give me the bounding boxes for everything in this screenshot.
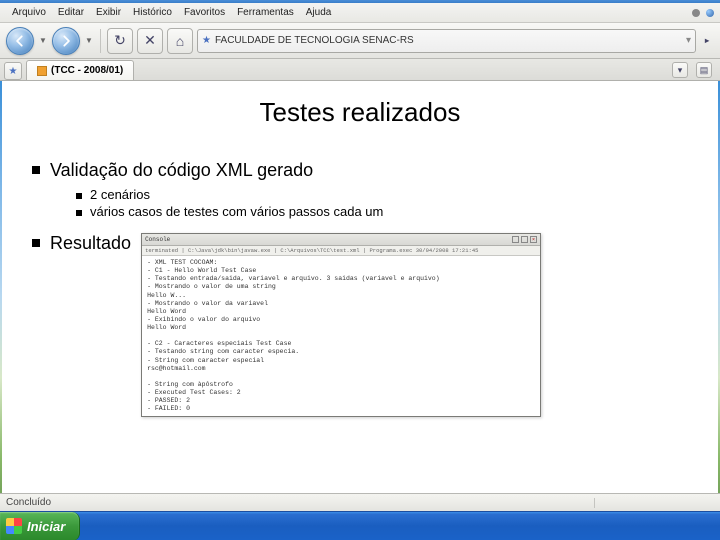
browser-menubar: Arquivo Editar Exibir Histórico Favorito… (0, 3, 720, 23)
console-title-text: Console (145, 236, 170, 243)
console-toolbar: terminated | C:\Java\jdk\bin\javaw.exe |… (142, 246, 540, 256)
forward-button[interactable] (52, 27, 80, 55)
activity-icon[interactable] (706, 9, 714, 17)
square-bullet-icon (32, 239, 40, 247)
tab-list-button[interactable]: ▤ (696, 62, 712, 78)
address-bar[interactable]: ★ FACULDADE DE TECNOLOGIA SENAC-RS ▾ (197, 29, 696, 53)
start-button[interactable]: Iniciar (0, 512, 80, 540)
tab-active[interactable]: (TCC - 2008/01) (26, 60, 134, 80)
extension-icon[interactable] (692, 9, 700, 17)
sub-bullet-1: 2 cenários (76, 187, 688, 202)
address-dropdown-icon[interactable]: ▾ (686, 35, 691, 46)
toolbar-separator (100, 29, 101, 53)
status-right-section (594, 498, 714, 508)
list-icon: ▤ (700, 65, 709, 76)
menu-editar[interactable]: Editar (52, 5, 90, 20)
console-titlebar: Console × (142, 234, 540, 246)
address-text: FACULDADE DE TECNOLOGIA SENAC-RS (215, 35, 414, 46)
small-square-bullet-icon (76, 193, 82, 199)
bullet-2-text: Resultado (50, 233, 131, 254)
bookmark-star-icon[interactable]: ★ (202, 35, 211, 46)
page-favicon-icon (37, 66, 47, 76)
plus-icon: ▾ (678, 65, 683, 76)
arrow-left-icon (13, 34, 27, 48)
go-button[interactable]: ▸ (700, 29, 714, 53)
home-icon: ⌂ (176, 33, 184, 49)
stop-button[interactable]: ✕ (137, 28, 163, 54)
tab-strip: ★ (TCC - 2008/01) ▾ ▤ (0, 59, 720, 81)
windows-taskbar: Iniciar (0, 511, 720, 540)
page-content: Testes realizados Validação do código XM… (2, 81, 718, 493)
console-min-icon (512, 236, 519, 243)
status-text: Concluído (6, 497, 51, 508)
start-label: Iniciar (27, 519, 65, 534)
menu-exibir[interactable]: Exibir (90, 5, 127, 20)
back-button[interactable] (6, 27, 34, 55)
reload-button[interactable]: ↻ (107, 28, 133, 54)
bullet-2: Resultado (32, 233, 131, 254)
sub-bullet-1-text: 2 cenários (90, 187, 150, 202)
windows-logo-icon (6, 518, 22, 534)
console-close-icon: × (530, 236, 537, 243)
new-tab-button[interactable]: ▾ (672, 62, 688, 78)
arrow-right-icon (59, 34, 73, 48)
menu-ajuda[interactable]: Ajuda (300, 5, 338, 20)
browser-toolbar: ▼ ▼ ↻ ✕ ⌂ ★ FACULDADE DE TECNOLOGIA SENA… (0, 23, 720, 59)
reload-icon: ↻ (114, 32, 126, 49)
slide-title: Testes realizados (32, 97, 688, 128)
home-button[interactable]: ⌂ (167, 28, 193, 54)
console-screenshot: Console × terminated | C:\Java\jdk\bin\j… (141, 233, 541, 417)
bullet-1: Validação do código XML gerado (32, 160, 688, 181)
sub-bullet-2-text: vários casos de testes com vários passos… (90, 204, 383, 219)
presentation-slide: Testes realizados Validação do código XM… (2, 81, 718, 493)
small-square-bullet-icon (76, 210, 82, 216)
menu-arquivo[interactable]: Arquivo (6, 5, 52, 20)
bullet-1-text: Validação do código XML gerado (50, 160, 313, 181)
bookmarks-sidebar-button[interactable]: ★ (4, 62, 22, 80)
console-max-icon (521, 236, 528, 243)
tab-label: (TCC - 2008/01) (51, 65, 123, 76)
menu-ferramentas[interactable]: Ferramentas (231, 5, 300, 20)
console-output: - XML TEST COCOAM: - C1 - Hello World Te… (142, 256, 540, 416)
back-dropdown[interactable]: ▼ (38, 29, 48, 53)
menu-favoritos[interactable]: Favoritos (178, 5, 231, 20)
browser-statusbar: Concluído (0, 493, 720, 511)
sub-bullet-list: 2 cenários vários casos de testes com vá… (76, 187, 688, 219)
star-icon: ★ (9, 66, 18, 77)
sub-bullet-2: vários casos de testes com vários passos… (76, 204, 688, 219)
stop-icon: ✕ (144, 32, 156, 49)
menu-historico[interactable]: Histórico (127, 5, 178, 20)
square-bullet-icon (32, 166, 40, 174)
forward-dropdown[interactable]: ▼ (84, 29, 94, 53)
